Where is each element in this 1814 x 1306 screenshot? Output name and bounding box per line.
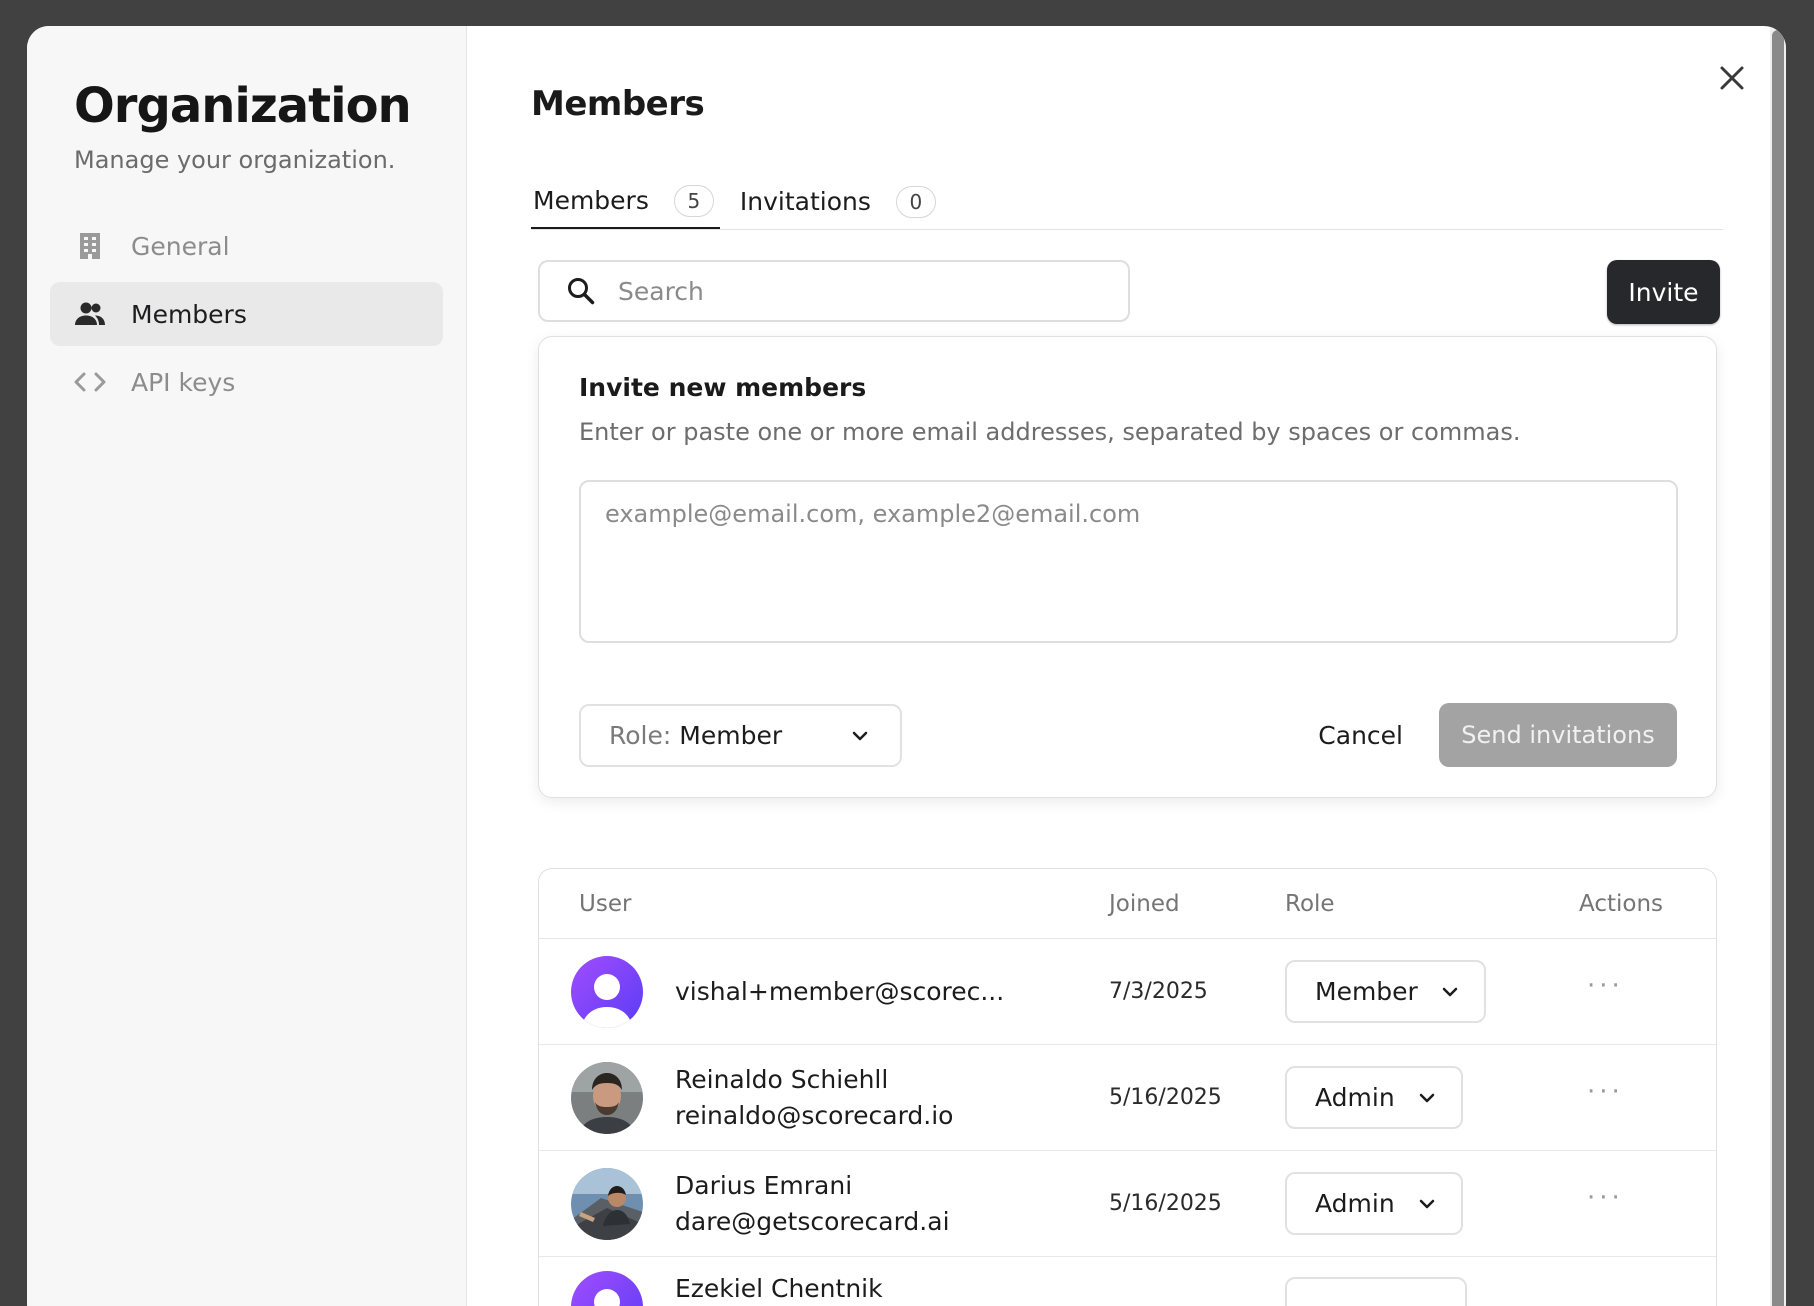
- table-row: vishal+member@scorec... 7/3/2025 Member …: [539, 939, 1716, 1045]
- member-role-select[interactable]: Member: [1285, 960, 1486, 1023]
- invite-button[interactable]: Invite: [1607, 260, 1720, 324]
- search-box[interactable]: [538, 260, 1130, 322]
- invite-panel: Invite new members Enter or paste one or…: [538, 336, 1717, 798]
- member-role-select[interactable]: [1285, 1277, 1467, 1306]
- sidebar: Organization Manage your organization. G…: [27, 26, 467, 1306]
- more-actions-icon[interactable]: ···: [1587, 1185, 1624, 1215]
- cancel-button[interactable]: Cancel: [1318, 721, 1403, 750]
- email-addresses-field[interactable]: [579, 480, 1678, 643]
- page-title: Members: [531, 84, 705, 124]
- main-content: Members Members 5 Invitations 0 Invite I…: [467, 26, 1786, 1306]
- chevron-down-icon: [1440, 982, 1460, 1002]
- role-cell: [1285, 1271, 1579, 1306]
- sidebar-nav: General Members API keys: [50, 214, 443, 414]
- user-name: Darius Emrani: [675, 1170, 853, 1200]
- members-table: User Joined Role Actions vishal+member@s…: [538, 868, 1717, 1306]
- default-avatar: [571, 955, 643, 1028]
- role-value: Member: [1315, 977, 1418, 1006]
- default-avatar: [571, 1271, 643, 1306]
- column-header-user: User: [579, 890, 632, 917]
- role-cell: Admin: [1285, 1172, 1579, 1235]
- sidebar-item-label: API keys: [131, 367, 236, 397]
- user-cell: Reinaldo Schiehll reinaldo@scorecard.io: [539, 1061, 1109, 1134]
- role-select-value: Member: [679, 720, 783, 750]
- member-role-select[interactable]: Admin: [1285, 1172, 1463, 1235]
- joined-date: 5/16/2025: [1109, 1191, 1222, 1216]
- more-actions-icon[interactable]: ···: [1587, 973, 1624, 1003]
- tab-count-badge: 5: [673, 184, 714, 217]
- user-photo-avatar: [571, 1167, 643, 1240]
- user-email: dare@getscorecard.ai: [675, 1206, 950, 1236]
- building-icon: [74, 230, 106, 262]
- table-header: User Joined Role Actions: [539, 869, 1716, 939]
- table-row: Reinaldo Schiehll reinaldo@scorecard.io …: [539, 1045, 1716, 1151]
- close-button[interactable]: [1712, 58, 1752, 98]
- invite-panel-title: Invite new members: [579, 373, 867, 402]
- organization-modal: Organization Manage your organization. G…: [27, 26, 1786, 1306]
- tab-label: Invitations: [739, 187, 871, 216]
- actions-cell: ···: [1579, 1185, 1709, 1215]
- organization-subtitle: Manage your organization.: [74, 146, 396, 174]
- chevron-down-icon: [852, 731, 868, 740]
- chevron-down-icon: [1417, 1194, 1437, 1214]
- table-row: Darius Emrani dare@getscorecard.ai 5/16/…: [539, 1151, 1716, 1257]
- role-cell: Admin: [1285, 1066, 1579, 1129]
- user-info: Ezekiel Chentnik: [675, 1271, 883, 1306]
- user-email: reinaldo@scorecard.io: [675, 1100, 954, 1130]
- column-header-actions: Actions: [1579, 890, 1664, 917]
- close-icon: [1720, 66, 1744, 90]
- user-name: Reinaldo Schiehll: [675, 1064, 889, 1094]
- column-header-joined: Joined: [1109, 890, 1180, 917]
- joined-date: 5/16/2025: [1109, 1085, 1222, 1110]
- user-cell: vishal+member@scorec...: [539, 955, 1109, 1028]
- tab-label: Members: [533, 186, 649, 215]
- toolbar: Invite: [538, 260, 1720, 324]
- member-role-select[interactable]: Admin: [1285, 1066, 1463, 1129]
- user-info: Reinaldo Schiehll reinaldo@scorecard.io: [675, 1062, 953, 1134]
- chevron-down-icon: [1417, 1088, 1437, 1108]
- user-info: Darius Emrani dare@getscorecard.ai: [675, 1168, 950, 1240]
- actions-cell: ···: [1579, 1079, 1709, 1109]
- role-value: Admin: [1315, 1083, 1395, 1112]
- invite-panel-description: Enter or paste one or more email address…: [579, 418, 1521, 446]
- more-actions-icon[interactable]: ···: [1587, 1079, 1624, 1109]
- tab-members[interactable]: Members 5: [531, 174, 720, 229]
- user-info: vishal+member@scorec...: [675, 974, 1004, 1010]
- role-select-prefix: Role:: [609, 720, 672, 750]
- tabs: Members 5 Invitations 0: [531, 174, 1723, 230]
- tab-count-badge: 0: [895, 185, 936, 218]
- user-photo-avatar: [571, 1061, 643, 1134]
- organization-title: Organization: [74, 78, 412, 134]
- tab-invitations[interactable]: Invitations 0: [738, 174, 942, 229]
- user-cell: Darius Emrani dare@getscorecard.ai: [539, 1167, 1109, 1240]
- invite-panel-footer: Role: Member Cancel Send invitations: [579, 703, 1677, 767]
- user-email: vishal+member@scorec...: [675, 976, 1005, 1006]
- user-cell: Ezekiel Chentnik: [539, 1271, 1109, 1306]
- actions-cell: ···: [1579, 973, 1709, 1003]
- role-value: Admin: [1315, 1189, 1395, 1218]
- scrollbar-thumb[interactable]: [1772, 30, 1784, 1306]
- users-icon: [74, 298, 106, 330]
- send-invitations-button[interactable]: Send invitations: [1439, 703, 1677, 767]
- sidebar-item-label: Members: [131, 299, 247, 329]
- invite-panel-actions: Cancel Send invitations: [1318, 703, 1677, 767]
- role-cell: Member: [1285, 960, 1579, 1023]
- search-input[interactable]: [618, 276, 1098, 306]
- search-icon: [568, 278, 595, 305]
- code-icon: [74, 366, 106, 398]
- table-row: Ezekiel Chentnik: [539, 1257, 1716, 1306]
- scrollbar-track[interactable]: [1770, 26, 1786, 1306]
- sidebar-item-general[interactable]: General: [50, 214, 443, 278]
- user-name: Ezekiel Chentnik: [675, 1274, 883, 1303]
- invite-role-select[interactable]: Role: Member: [579, 703, 902, 767]
- sidebar-item-members[interactable]: Members: [50, 282, 443, 346]
- sidebar-item-label: General: [131, 231, 230, 261]
- sidebar-item-api-keys[interactable]: API keys: [50, 350, 443, 414]
- column-header-role: Role: [1285, 890, 1335, 917]
- joined-date: 7/3/2025: [1109, 979, 1208, 1004]
